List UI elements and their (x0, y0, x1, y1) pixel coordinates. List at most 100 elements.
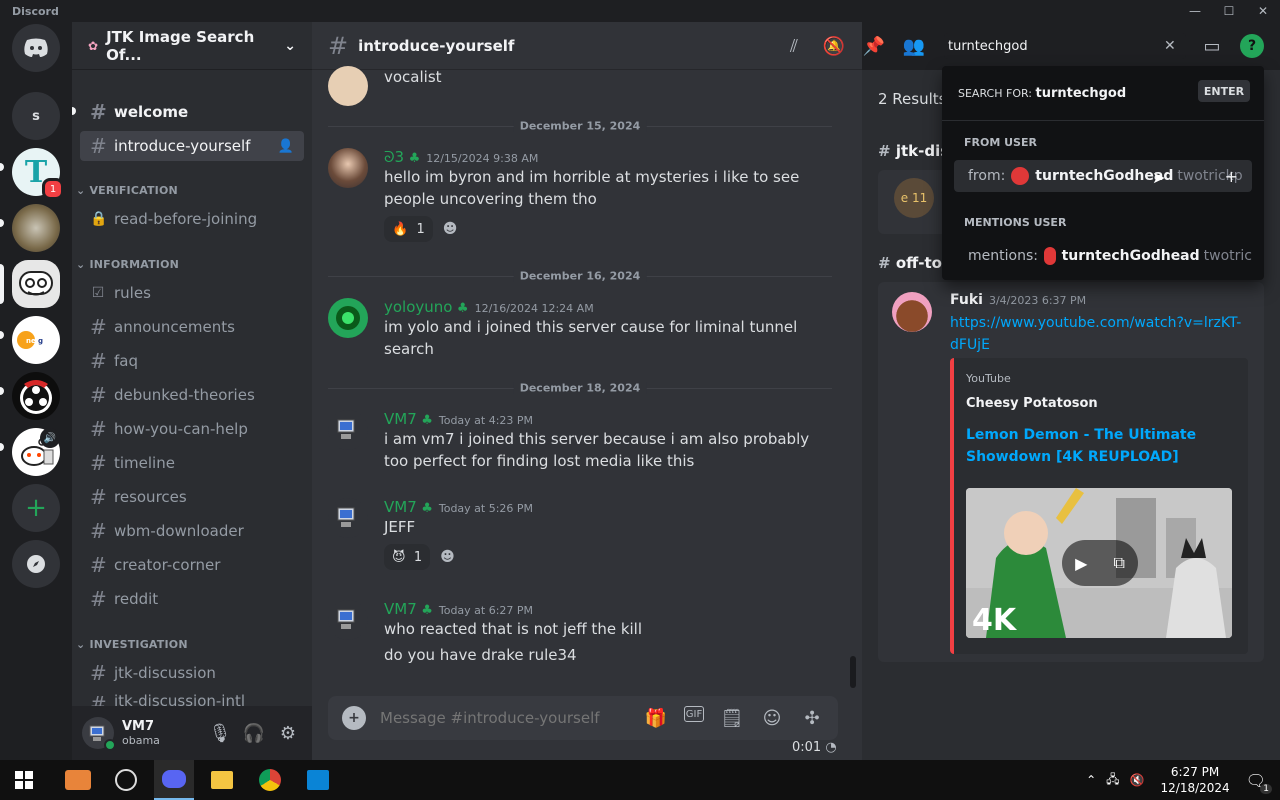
chevron-down-icon[interactable]: ⌄ (284, 38, 296, 54)
add-server-icon[interactable]: + (12, 484, 60, 532)
threads-icon[interactable]: ⫽ (782, 34, 806, 58)
message-input[interactable] (380, 709, 610, 727)
search-input[interactable] (948, 38, 1158, 54)
search-for-row[interactable]: SEARCH FOR: turntechgod (958, 86, 1126, 101)
channel-timeline[interactable]: # timeline (80, 448, 304, 478)
message-author[interactable]: ᘐ3 (384, 148, 404, 166)
message-author[interactable]: VM7 (384, 498, 417, 516)
reaction-fire[interactable]: 🔥 1 (384, 216, 433, 242)
avatar[interactable] (328, 148, 368, 188)
play-icon[interactable]: ▶ (1075, 554, 1087, 573)
emoji-icon[interactable]: ☺ (760, 706, 784, 730)
taskbar-app-icon[interactable] (58, 760, 98, 800)
avatar[interactable] (892, 292, 932, 332)
channel-welcome[interactable]: # welcome (80, 97, 304, 127)
add-filter-icon[interactable]: + (1225, 167, 1238, 186)
avatar[interactable] (328, 498, 368, 538)
embed-author[interactable]: Cheesy Potatoson (966, 396, 1098, 411)
message-author[interactable]: VM7 (384, 600, 417, 618)
server-newgrounds-icon[interactable]: new g (12, 316, 60, 364)
sticker-icon[interactable]: 🗒 (720, 706, 744, 730)
from-user-option[interactable]: from: turntechGodhead twotrickp + (954, 160, 1252, 192)
channel-announcements[interactable]: # announcements (80, 312, 304, 342)
close-window-icon[interactable]: ✕ (1246, 0, 1280, 22)
network-icon[interactable]: 🖧 (1106, 770, 1119, 791)
channel-faq[interactable]: # faq (80, 346, 304, 376)
clock-time[interactable]: 6:27 PM (1161, 764, 1230, 780)
reaction-emoji[interactable]: 😈 1 (384, 544, 431, 570)
enter-key-hint[interactable]: ENTER (1198, 80, 1250, 102)
avatar[interactable] (328, 600, 368, 640)
category-information[interactable]: ⌄ INFORMATION (76, 258, 179, 271)
channel-how-you-can-help[interactable]: # how-you-can-help (80, 414, 304, 444)
taskbar-chrome-icon[interactable] (250, 760, 290, 800)
taskbar-file-explorer-icon[interactable] (202, 760, 242, 800)
add-member-icon[interactable]: 👤 (278, 139, 294, 154)
open-external-icon[interactable]: ⧉ (1114, 553, 1125, 573)
windows-start-icon[interactable] (4, 760, 44, 800)
apps-icon[interactable]: ✣ (800, 706, 824, 730)
channel-introduce-yourself[interactable]: # introduce-yourself 👤 (80, 131, 304, 161)
attach-plus-icon[interactable]: + (342, 706, 366, 730)
pin-icon[interactable]: 📌 (862, 34, 886, 58)
channel-resources[interactable]: # resources (80, 482, 304, 512)
avatar[interactable] (328, 298, 368, 338)
message-author[interactable]: yoloyuno (384, 298, 452, 316)
discord-home-icon[interactable] (12, 24, 60, 72)
embed-provider[interactable]: YouTube (966, 372, 1011, 385)
avatar[interactable] (328, 410, 368, 450)
result-author[interactable]: Fuki (950, 292, 983, 308)
taskbar-obs-icon[interactable] (106, 760, 146, 800)
channel-wbm-downloader[interactable]: # wbm-downloader (80, 516, 304, 546)
channel-label: announcements (114, 318, 235, 336)
channel-reddit[interactable]: # reddit (80, 584, 304, 614)
channel-rules[interactable]: ☑ rules (80, 278, 304, 308)
add-reaction-icon[interactable]: ☻ (443, 221, 458, 237)
help-icon[interactable]: ? (1240, 34, 1264, 58)
avatar[interactable] (82, 717, 116, 751)
channel-read-before-joining[interactable]: 🔒 read-before-joining (80, 204, 304, 234)
microphone-icon[interactable]: 🎙 (208, 721, 232, 745)
search-box[interactable]: ✕ (944, 33, 1186, 59)
notification-center-icon[interactable]: 🗨 1 (1246, 771, 1272, 794)
explore-servers-icon[interactable] (12, 540, 60, 588)
taskbar-discord-icon[interactable] (154, 760, 194, 800)
clock-date[interactable]: 12/18/2024 (1161, 780, 1230, 796)
category-investigation[interactable]: ⌄ INVESTIGATION (76, 638, 188, 651)
gif-icon[interactable]: GIF (684, 706, 704, 722)
channel-creator-corner[interactable]: # creator-corner (80, 550, 304, 580)
search-result-card[interactable]: Fuki 3/4/2023 6:37 PM https://www.youtube… (878, 282, 1264, 662)
server-obs-icon[interactable] (12, 372, 60, 420)
scrollbar[interactable] (850, 656, 856, 688)
volume-icon[interactable]: 🔇 (1130, 773, 1145, 787)
headphones-icon[interactable]: 🎧 (242, 721, 266, 745)
rules-icon: ☑ (91, 285, 105, 301)
taskbar-store-icon[interactable] (298, 760, 338, 800)
server-s-icon[interactable]: s (12, 92, 60, 140)
embed-title[interactable]: Lemon Demon - The Ultimate Showdown [4K … (966, 424, 1226, 468)
channel-jtk-discussion-intl[interactable]: # jtk-discussion-intl (80, 692, 304, 706)
mute-bell-icon[interactable]: 🔕 (822, 34, 846, 58)
channel-jtk-discussion[interactable]: # jtk-discussion (80, 658, 304, 688)
inbox-icon[interactable]: ▭ (1200, 34, 1224, 58)
server-animal-icon[interactable] (12, 204, 60, 252)
server-jtk-icon[interactable] (12, 260, 60, 308)
video-thumbnail[interactable]: 4K ▶ ⧉ (966, 488, 1232, 638)
message-author[interactable]: VM7 (384, 410, 417, 428)
maximize-icon[interactable]: ☐ (1212, 0, 1246, 22)
members-icon[interactable]: 👥 (902, 34, 926, 58)
gift-icon[interactable]: 🎁 (644, 706, 668, 730)
result-link[interactable]: https://www.youtube.com/watch?v=lrzKT-dF… (950, 312, 1250, 356)
avatar[interactable]: e 11 (894, 178, 934, 218)
gear-icon[interactable]: ⚙ (276, 721, 300, 745)
avatar[interactable] (328, 66, 368, 106)
category-verification[interactable]: ⌄ VERIFICATION (76, 184, 178, 197)
server-header[interactable]: ✿ JTK Image Search Of... ⌄ (72, 22, 312, 70)
mentions-user-option[interactable]: mentions: turntechGodhead twotric (954, 240, 1252, 272)
chevron-up-icon[interactable]: ⌃ (1086, 773, 1096, 787)
minimize-icon[interactable]: — (1178, 0, 1212, 22)
add-reaction-icon[interactable]: ☻ (440, 549, 455, 565)
video-controls[interactable]: ▶ ⧉ (1062, 540, 1138, 586)
clear-search-icon[interactable]: ✕ (1164, 38, 1176, 54)
channel-debunked-theories[interactable]: # debunked-theories (80, 380, 304, 410)
